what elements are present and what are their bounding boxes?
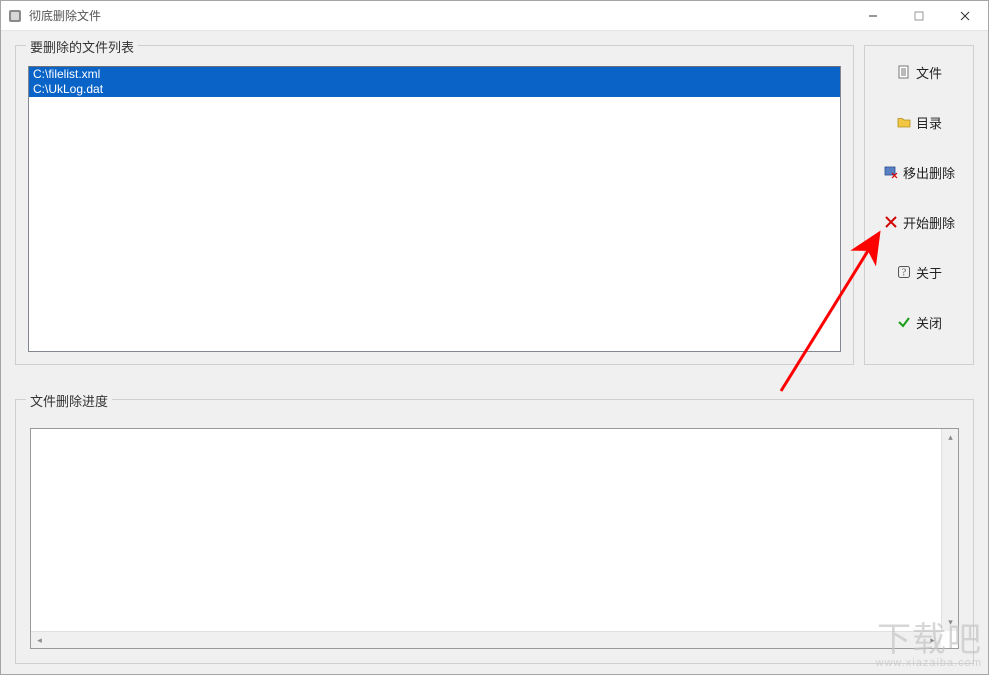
- file-list-legend: 要删除的文件列表: [26, 37, 138, 56]
- start-delete-button[interactable]: 开始删除: [871, 210, 967, 234]
- svg-text:?: ?: [902, 268, 907, 279]
- remove-button-label: 移出删除: [903, 163, 955, 182]
- button-panel: 文件 目录 移出删除: [864, 45, 974, 365]
- top-row: 要删除的文件列表 C:\filelist.xmlC:\UkLog.dat 文件 …: [15, 45, 974, 365]
- about-button[interactable]: ? 关于: [871, 260, 967, 284]
- progress-legend: 文件删除进度: [26, 391, 112, 410]
- delete-x-icon: [883, 214, 899, 230]
- help-icon: ?: [896, 264, 912, 280]
- close-button[interactable]: 关闭: [871, 310, 967, 334]
- list-item[interactable]: C:\filelist.xml: [29, 67, 840, 82]
- check-icon: [896, 314, 912, 330]
- scroll-down-icon[interactable]: ▾: [942, 614, 959, 631]
- remove-button[interactable]: 移出删除: [871, 160, 967, 184]
- file-button[interactable]: 文件: [871, 60, 967, 84]
- folder-button-label: 目录: [916, 113, 942, 132]
- app-window: 彻底删除文件 要删除的文件列表 C:\filelist.xmlC:\UkLog.…: [0, 0, 989, 675]
- file-button-label: 文件: [916, 63, 942, 82]
- vertical-scrollbar[interactable]: ▴ ▾: [941, 429, 958, 631]
- about-button-label: 关于: [916, 263, 942, 282]
- start-delete-button-label: 开始删除: [903, 213, 955, 232]
- scroll-left-icon[interactable]: ◂: [31, 632, 48, 649]
- file-icon: [896, 64, 912, 80]
- minimize-button[interactable]: [850, 1, 896, 31]
- close-window-button[interactable]: [942, 1, 988, 31]
- scroll-up-icon[interactable]: ▴: [942, 429, 959, 446]
- window-title: 彻底删除文件: [29, 7, 101, 24]
- folder-button[interactable]: 目录: [871, 110, 967, 134]
- file-listbox[interactable]: C:\filelist.xmlC:\UkLog.dat: [28, 66, 841, 352]
- list-item[interactable]: C:\UkLog.dat: [29, 82, 840, 97]
- client-area: 要删除的文件列表 C:\filelist.xmlC:\UkLog.dat 文件 …: [1, 31, 988, 674]
- folder-icon: [896, 114, 912, 130]
- titlebar: 彻底删除文件: [1, 1, 988, 31]
- progress-groupbox: 文件删除进度 ▴ ▾ ◂ ▸: [15, 399, 974, 664]
- file-list-groupbox: 要删除的文件列表 C:\filelist.xmlC:\UkLog.dat: [15, 45, 854, 365]
- progress-output[interactable]: ▴ ▾ ◂ ▸: [30, 428, 959, 649]
- remove-icon: [883, 164, 899, 180]
- app-icon: [7, 8, 23, 24]
- close-button-label: 关闭: [916, 313, 942, 332]
- horizontal-scrollbar[interactable]: ◂ ▸: [31, 631, 941, 648]
- maximize-button[interactable]: [896, 1, 942, 31]
- scroll-right-icon[interactable]: ▸: [924, 632, 941, 649]
